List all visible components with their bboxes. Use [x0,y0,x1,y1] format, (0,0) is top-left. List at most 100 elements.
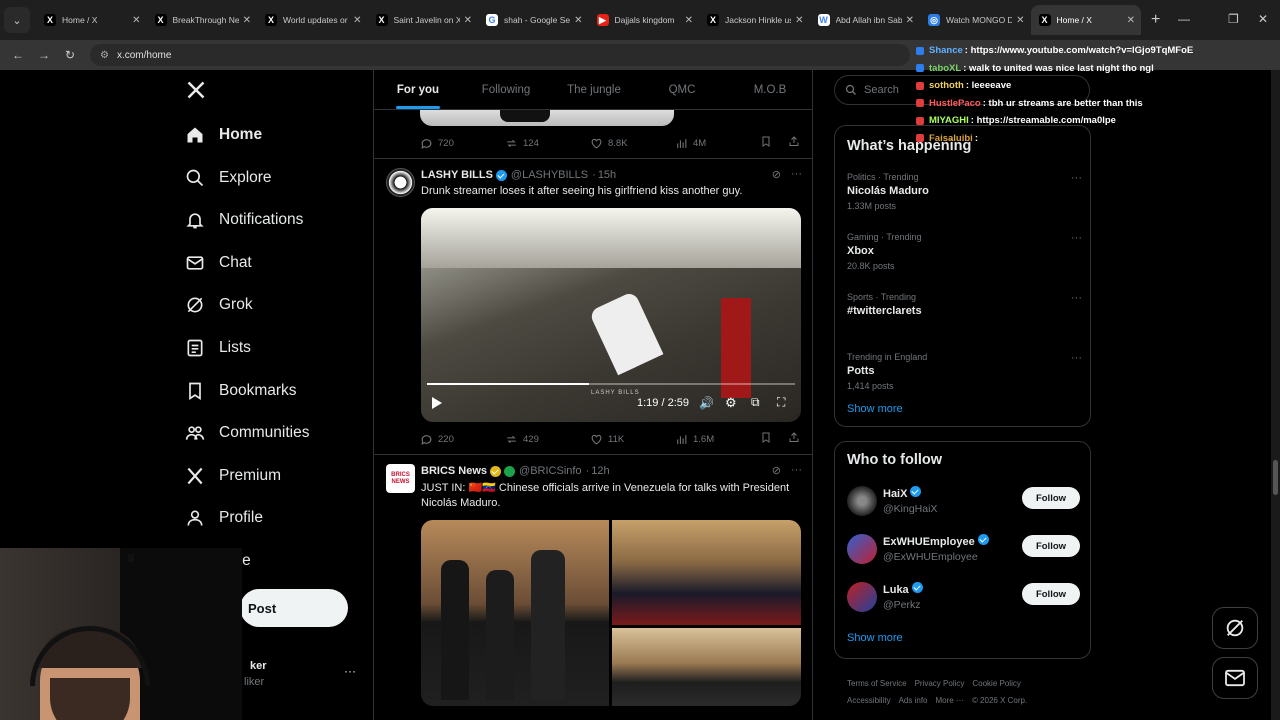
avatar[interactable] [386,168,415,197]
feed-tab[interactable]: For you [374,70,462,109]
messages-fab-button[interactable] [1212,657,1258,699]
sidebar-item-communities[interactable]: Communities [184,414,309,452]
x-logo-icon[interactable] [186,80,206,105]
follow-button[interactable]: Follow [1022,583,1080,605]
trend-item[interactable]: Politics · Trending Nicolás Maduro 1.33M p… [847,172,1082,211]
show-more-link[interactable]: Show more [847,632,903,644]
like-button[interactable]: 8.8K [590,137,675,150]
post-button[interactable]: Post [240,589,348,627]
trend-item[interactable]: Trending in England Potts 1,414 posts ··· [847,352,1082,391]
play-icon[interactable] [431,396,443,415]
back-icon[interactable]: ← [6,48,30,62]
post-image-1[interactable] [421,520,609,706]
follow-name[interactable]: ExWHUEmployee [883,534,989,548]
footer-link[interactable]: Privacy Policy [915,679,965,688]
follow-suggestion[interactable]: Luka @Perkz Follow [847,579,1080,619]
close-window-icon[interactable]: ✕ [1258,12,1268,26]
sidebar-item-chat[interactable]: Chat [184,244,252,282]
close-tab-icon[interactable]: ✕ [464,15,472,26]
more-icon[interactable]: ··· [1071,352,1082,364]
browser-tab[interactable]: X BreakThrough Ne ✕ [147,5,258,35]
settings-icon[interactable]: ⚙ [725,395,737,411]
sidebar-item-home[interactable]: Home [184,116,262,154]
avatar[interactable] [847,486,877,516]
views-button[interactable]: 1.6M [675,433,760,446]
close-tab-icon[interactable]: ✕ [574,15,582,26]
avatar[interactable]: BRICS NEWS [386,464,415,493]
browser-tab[interactable]: X Home / X ✕ [36,5,147,35]
avatar[interactable] [847,582,877,612]
more-icon[interactable]: ··· [1071,292,1082,304]
avatar[interactable] [847,534,877,564]
url-field[interactable]: ⚙ x.com/home [90,44,910,66]
restore-icon[interactable]: ❐ [1228,12,1239,26]
footer-link[interactable]: Ads info [899,696,928,705]
page-scrollbar[interactable] [1271,70,1280,720]
reply-button[interactable]: 720 [420,137,505,150]
browser-tab[interactable]: X Jackson Hinkle us ✕ [699,5,810,35]
reload-icon[interactable]: ↻ [58,48,82,62]
browser-tab[interactable]: ◎ Watch MONGO D ✕ [920,5,1031,35]
close-tab-icon[interactable]: ✕ [353,15,361,26]
fullscreen-icon[interactable]: ⛶ [777,395,785,410]
site-info-icon[interactable]: ⚙ [100,50,109,61]
more-icon[interactable]: ··· [791,168,802,181]
grok-icon[interactable]: ⊘ [772,464,781,477]
feed-tab[interactable]: Following [462,70,550,109]
bookmark-icon[interactable] [760,135,772,151]
footer-link[interactable]: Accessibility [847,696,891,705]
follow-button[interactable]: Follow [1022,535,1080,557]
forward-icon[interactable]: → [32,48,56,62]
post-image-2[interactable] [612,520,801,625]
bookmark-icon[interactable] [760,431,772,447]
more-icon[interactable]: ··· [1071,232,1082,244]
browser-tab[interactable]: X Saint Javelin on X ✕ [368,5,479,35]
close-tab-icon[interactable]: ✕ [243,15,251,26]
follow-suggestion[interactable]: ExWHUEmployee @ExWHUEmployee Follow [847,531,1080,571]
more-icon[interactable]: ··· [1071,172,1082,184]
video-progress-track[interactable] [427,383,795,385]
volume-icon[interactable]: 🔊 [699,396,714,410]
new-tab-button[interactable]: + [1151,11,1160,29]
reply-button[interactable]: 220 [420,433,505,446]
sidebar-item-notifications[interactable]: Notifications [184,201,303,239]
pip-icon[interactable]: ⧉ [751,395,760,410]
close-tab-icon[interactable]: ✕ [795,15,803,26]
browser-tab[interactable]: X Home / X ✕ [1030,5,1141,35]
post-time[interactable]: 15h [598,169,616,181]
footer-link[interactable]: More ··· [935,696,963,705]
close-tab-icon[interactable]: ✕ [906,15,914,26]
browser-tab[interactable]: W Abd Allah ibn Sab ✕ [810,5,921,35]
author-handle[interactable]: @LASHYBILLS [511,169,588,181]
author-handle[interactable]: @BRICSinfo [519,465,582,477]
follow-name[interactable]: HaiX [883,486,922,500]
tab-search-button[interactable]: ⌄ [4,7,30,33]
minimize-icon[interactable]: — [1178,12,1190,26]
scrollbar-thumb[interactable] [1273,460,1278,495]
grok-icon[interactable]: ⊘ [772,168,781,181]
repost-button[interactable]: 124 [505,137,590,150]
views-button[interactable]: 4M [675,137,760,150]
more-icon[interactable]: ··· [791,464,802,477]
post-time[interactable]: 12h [591,465,609,477]
grok-fab-button[interactable] [1212,607,1258,649]
sidebar-item-profile[interactable]: Profile [184,499,263,537]
close-tab-icon[interactable]: ✕ [685,15,693,26]
footer-link[interactable]: Terms of Service [847,679,907,688]
browser-tab[interactable]: X World updates or ✕ [257,5,368,35]
feed-tab[interactable]: M.O.B [726,70,812,109]
follow-button[interactable]: Follow [1022,487,1080,509]
trend-item[interactable]: Sports · Trending #twitterclarets ··· [847,292,1082,321]
sidebar-item-lists[interactable]: Lists [184,329,251,367]
sidebar-item-explore[interactable]: Explore [184,159,272,197]
repost-button[interactable]: 429 [505,433,590,446]
author-name[interactable]: BRICS News [421,465,487,477]
feed-tab[interactable]: QMC [638,70,726,109]
account-more-icon[interactable]: ··· [344,664,356,678]
share-icon[interactable] [788,135,800,151]
footer-link[interactable]: Cookie Policy [972,679,1020,688]
like-button[interactable]: 11K [590,433,675,446]
sidebar-item-premium[interactable]: Premium [184,457,281,495]
sidebar-item-bookmarks[interactable]: Bookmarks [184,372,297,410]
close-tab-icon[interactable]: ✕ [1127,15,1135,26]
